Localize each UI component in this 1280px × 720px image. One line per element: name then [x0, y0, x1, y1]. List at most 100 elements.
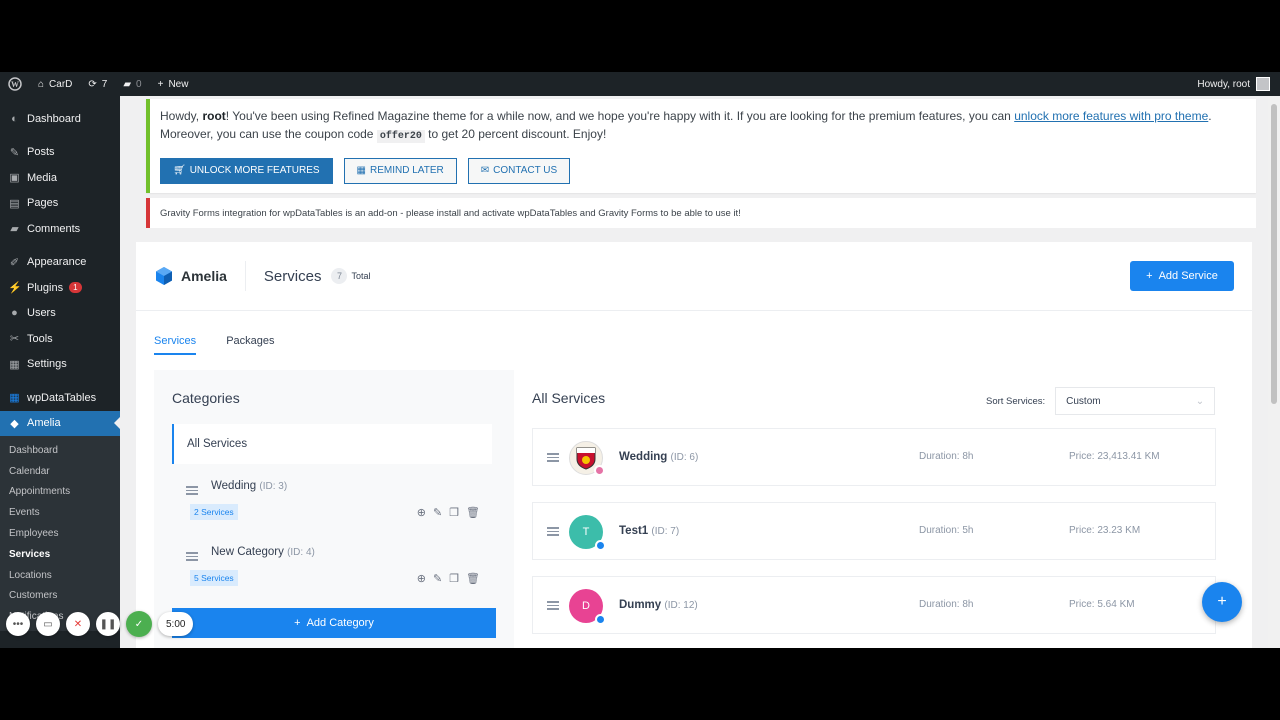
drag-handle-icon[interactable]	[186, 550, 198, 563]
globe-icon[interactable]: ⊕	[417, 506, 426, 519]
submenu-locations[interactable]: Locations	[0, 565, 120, 586]
recording-timer: 5:00	[158, 612, 194, 636]
theme-notice: Howdy, root! You've been using Refined M…	[146, 99, 1256, 193]
avatar	[1256, 77, 1270, 91]
sidebar-item-settings[interactable]: ▦ Settings	[0, 352, 120, 378]
sidebar-item-wpdatatables[interactable]: ▦ wpDataTables	[0, 385, 120, 411]
drag-handle-icon[interactable]	[186, 484, 198, 497]
amelia-header: Amelia Services 7 Total + Add Service	[136, 242, 1252, 311]
page-scrollbar[interactable]	[1268, 96, 1280, 648]
pin-icon: ✎	[9, 146, 20, 159]
plus-icon: +	[294, 617, 301, 629]
new-content-link[interactable]: + New	[150, 72, 197, 96]
service-row[interactable]: Wedding (ID: 6) Duration: 8h Price: 23,4…	[532, 428, 1216, 486]
amelia-icon: ◆	[10, 417, 19, 430]
comment-bubble-icon: ▰	[123, 78, 132, 90]
service-row[interactable]: T Test1 (ID: 7) Duration: 5h Price: 23.2…	[532, 502, 1216, 560]
cancel-recording-icon[interactable]: ✕	[66, 612, 90, 636]
updates-count: 7	[101, 78, 108, 90]
service-avatar: D	[569, 589, 606, 625]
duplicate-icon[interactable]: ❐	[449, 572, 459, 585]
new-label: New	[168, 78, 189, 90]
sidebar-item-plugins[interactable]: ⚡ Plugins 1	[0, 275, 120, 301]
sort-services-select[interactable]: Custom ⌄	[1055, 387, 1216, 415]
updates-link[interactable]: ⟳ 7	[80, 72, 115, 96]
submenu-dashboard[interactable]: Dashboard	[0, 440, 120, 461]
users-icon: ●	[11, 307, 18, 320]
svg-text:W: W	[11, 80, 19, 89]
main-content: Howdy, root! You've been using Refined M…	[120, 96, 1268, 648]
howdy-text: Howdy, root	[1197, 78, 1250, 90]
category-item[interactable]: Wedding (ID: 3) 2 Services ⊕ ✎ ❐ 🗑︎	[172, 474, 492, 534]
status-dot	[594, 465, 605, 476]
all-services-category[interactable]: All Services	[172, 424, 492, 464]
admin-sidebar: ◐ Dashboard ✎ Posts ▣ Media ▤ Pages ▰ Comment…	[0, 96, 120, 648]
drag-handle-icon[interactable]	[547, 599, 559, 612]
page-title: Services	[263, 267, 322, 285]
sidebar-item-appearance[interactable]: ✐ Appearance	[0, 250, 120, 276]
remind-later-button[interactable]: ▦ REMIND LATER	[343, 158, 457, 184]
pro-theme-link[interactable]: unlock more features with pro theme	[1014, 109, 1208, 123]
media-icon: ▣	[9, 172, 20, 185]
sidebar-item-pages[interactable]: ▤ Pages	[0, 191, 120, 217]
contact-us-button[interactable]: ✉ CONTACT US	[467, 158, 571, 184]
tab-services[interactable]: Services	[154, 335, 197, 355]
trash-icon[interactable]: 🗑︎	[466, 506, 480, 519]
drag-handle-icon[interactable]	[547, 525, 559, 538]
finish-recording-icon[interactable]: ✓	[126, 611, 152, 637]
sort-services: Sort Services: Custom ⌄	[986, 387, 1216, 415]
trash-icon[interactable]: 🗑︎	[466, 572, 480, 585]
submenu-calendar[interactable]: Calendar	[0, 461, 120, 482]
recorder-toolbar: ••• ▭ ✕ ❚❚ ✓ 5:00	[6, 611, 194, 637]
cart-icon: 🛒︎	[173, 165, 186, 176]
add-category-button[interactable]: + Add Category	[172, 608, 496, 638]
services-count-tag: 2 Services	[190, 504, 238, 520]
submenu-events[interactable]: Events	[0, 502, 120, 523]
table-icon: ▦	[9, 392, 20, 405]
submenu-employees[interactable]: Employees	[0, 523, 120, 544]
coupon-code: offer20	[376, 130, 425, 143]
brush-icon: ✐	[9, 256, 20, 269]
sidebar-item-dashboard[interactable]: ◐ Dashboard	[0, 106, 120, 132]
service-image	[569, 441, 605, 476]
sidebar-item-tools[interactable]: ✂ Tools	[0, 326, 120, 352]
comments-link[interactable]: ▰ 0	[115, 72, 149, 96]
plugin-icon: ⚡	[8, 282, 22, 295]
chevron-down-icon: ⌄	[1195, 395, 1205, 407]
camera-icon[interactable]: ▭	[36, 612, 60, 636]
sidebar-item-users[interactable]: ● Users	[0, 301, 120, 327]
status-dot	[595, 540, 606, 551]
sidebar-item-posts[interactable]: ✎ Posts	[0, 140, 120, 166]
sidebar-item-amelia[interactable]: ◆ Amelia	[0, 410, 120, 436]
edit-icon[interactable]: ✎	[433, 572, 442, 585]
unlock-features-button[interactable]: 🛒︎ UNLOCK MORE FEATURES	[160, 158, 333, 184]
settings-icon: ▦	[9, 358, 20, 371]
my-account[interactable]: Howdy, root	[1197, 77, 1280, 91]
refresh-icon: ⟳	[88, 78, 97, 90]
floating-add-button[interactable]: +	[1202, 582, 1242, 622]
drag-handle-icon[interactable]	[547, 451, 559, 464]
pause-icon[interactable]: ❚❚	[96, 612, 120, 636]
add-service-button[interactable]: + Add Service	[1130, 261, 1234, 291]
services-count: 7	[331, 268, 348, 284]
scrollbar-thumb[interactable]	[1271, 104, 1277, 404]
more-options-icon[interactable]: •••	[6, 612, 30, 636]
edit-icon[interactable]: ✎	[433, 506, 442, 519]
site-name: CarD	[49, 78, 73, 90]
wordpress-logo-icon[interactable]: W	[0, 72, 30, 96]
service-row[interactable]: D Dummy (ID: 12) Duration: 8h Price: 5.6…	[532, 576, 1216, 634]
site-name-link[interactable]: ⌂ CarD	[30, 72, 80, 96]
sidebar-item-media[interactable]: ▣ Media	[0, 165, 120, 191]
submenu-services[interactable]: Services	[0, 544, 120, 565]
category-item[interactable]: New Category (ID: 4) 5 Services ⊕ ✎ ❐ 🗑︎	[172, 540, 492, 600]
duplicate-icon[interactable]: ❐	[449, 506, 459, 519]
globe-icon[interactable]: ⊕	[417, 572, 426, 585]
all-services-title: All Services	[532, 390, 606, 406]
tab-packages[interactable]: Packages	[226, 335, 274, 355]
browser-viewport: W ⌂ CarD ⟳ 7 ▰ 0 + New Howdy, root ◐ Dash…	[0, 72, 1280, 648]
submenu-customers[interactable]: Customers	[0, 586, 120, 607]
submenu-appointments[interactable]: Appointments	[0, 482, 120, 503]
theme-notice-text: Howdy, root! You've been using Refined M…	[160, 109, 1212, 143]
home-icon: ⌂	[38, 78, 45, 90]
sidebar-item-comments[interactable]: ▰ Comments	[0, 216, 120, 242]
